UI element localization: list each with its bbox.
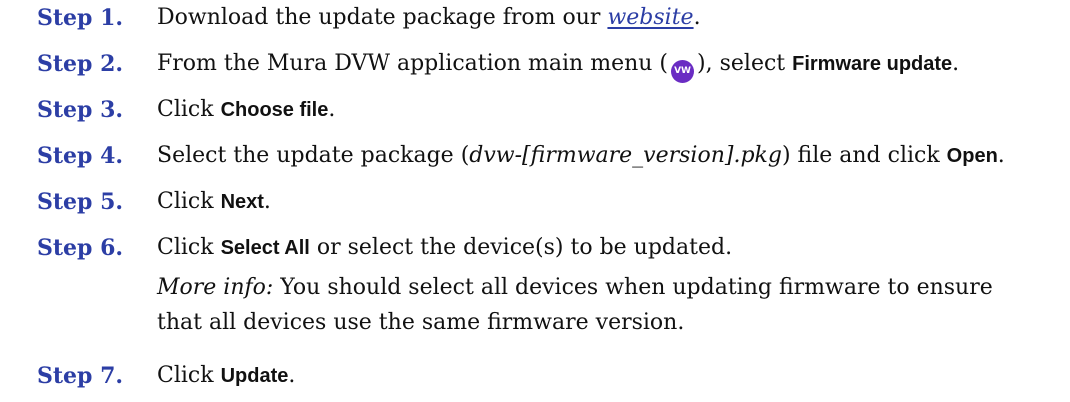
more-info-label: More info: xyxy=(157,275,274,300)
step-2-text-c: . xyxy=(952,51,960,76)
step-2-label: Step 2. xyxy=(37,51,124,77)
open-ui-label: Open xyxy=(946,145,998,167)
step-2-text-a: From the Mura DVW application main menu … xyxy=(157,51,669,76)
step-6-text: Click Select All or select the device(s)… xyxy=(157,230,1057,266)
step-4-text-b: ) file and click xyxy=(781,143,947,168)
step-6-text-b: or select the device(s) to be updated. xyxy=(309,235,733,260)
step-7-text-b: . xyxy=(288,363,296,388)
choose-file-ui-label: Choose file xyxy=(220,99,329,121)
step-4-text-c: . xyxy=(997,143,1005,168)
website-link[interactable]: website xyxy=(607,5,693,30)
select-all-ui-label: Select All xyxy=(220,237,310,259)
step-4-label: Step 4. xyxy=(37,143,124,169)
step-4-text: Select the update package (dvw-[firmware… xyxy=(157,138,1057,174)
main-menu-icon: VW xyxy=(671,60,695,83)
step-1-label: Step 1. xyxy=(37,5,124,31)
step-1-text-a: Download the update package from our xyxy=(157,5,608,30)
step-7-text: Click Update. xyxy=(157,358,1057,394)
step-1-text-b: . xyxy=(693,5,701,30)
firmware-update-ui-label: Firmware update xyxy=(792,53,953,75)
step-5-text: Click Next. xyxy=(157,184,1057,220)
next-ui-label: Next xyxy=(220,191,264,213)
step-5-label: Step 5. xyxy=(37,189,124,215)
step-3-label: Step 3. xyxy=(37,97,124,123)
more-info-note: More info: You should select all devices… xyxy=(157,270,997,340)
step-3-text: Click Choose file. xyxy=(157,92,1057,128)
step-4-text-a: Select the update package ( xyxy=(157,143,470,168)
step-5-text-a: Click xyxy=(157,189,221,214)
step-7-label: Step 7. xyxy=(37,363,124,389)
step-6-text-a: Click xyxy=(157,235,221,260)
more-info-text: You should select all devices when updat… xyxy=(157,275,993,335)
step-7-text-a: Click xyxy=(157,363,221,388)
package-filename: dvw-[firmware_version].pkg xyxy=(469,143,782,168)
step-1-text: Download the update package from our web… xyxy=(157,0,1057,36)
step-2-text-b: ), select xyxy=(697,51,793,76)
step-6-label: Step 6. xyxy=(37,235,124,261)
step-3-text-b: . xyxy=(328,97,336,122)
update-ui-label: Update xyxy=(220,365,289,387)
step-2-text: From the Mura DVW application main menu … xyxy=(157,46,1057,83)
step-3-text-a: Click xyxy=(157,97,221,122)
step-5-text-b: . xyxy=(263,189,271,214)
